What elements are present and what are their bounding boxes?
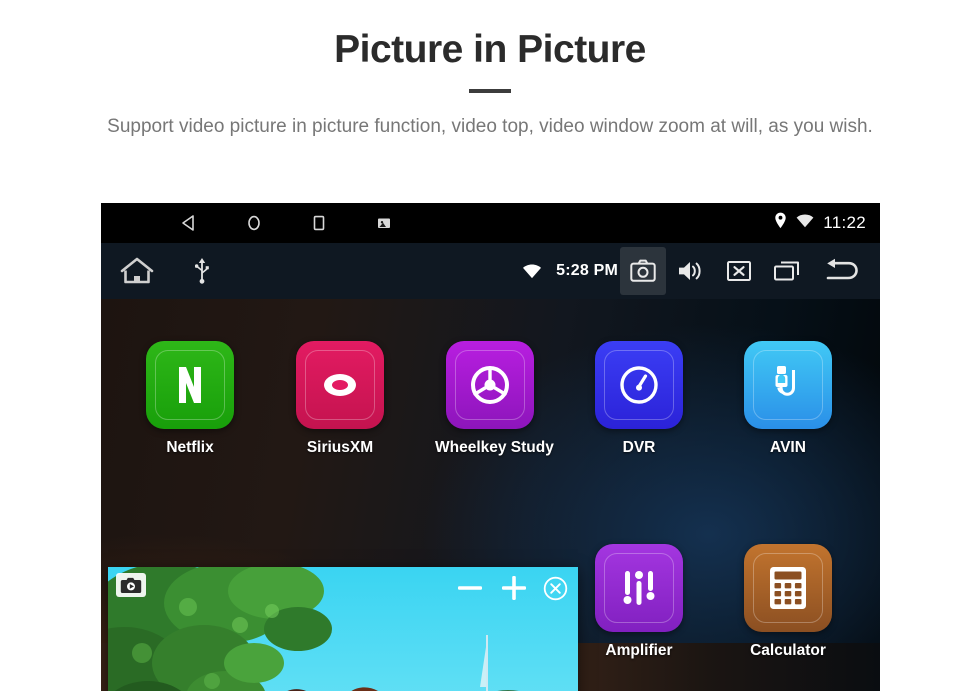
location-pin-icon — [774, 212, 787, 234]
app-label: Amplifier — [605, 642, 673, 659]
home-icon[interactable] — [101, 243, 173, 299]
recent-apps-button[interactable] — [764, 247, 810, 295]
app-label: Calculator — [750, 642, 826, 659]
status-bar-indicators: 11:22 — [774, 203, 866, 243]
netflix-icon — [146, 341, 234, 429]
steering-icon — [446, 341, 534, 429]
toolbar-right-group: 5:28 PM — [522, 243, 874, 299]
launcher-toolbar: 5:28 PM — [101, 243, 880, 299]
app-label: Netflix — [166, 439, 214, 456]
toolbar-clock: 5:28 PM — [556, 262, 618, 279]
calculator-icon — [744, 544, 832, 632]
back-icon[interactable] — [156, 203, 221, 243]
status-bar-nav — [101, 203, 416, 243]
gauge-icon — [595, 341, 683, 429]
promo-header: Picture in Picture Support video picture… — [0, 0, 980, 140]
close-app-button[interactable] — [716, 247, 762, 295]
usb-icon[interactable] — [173, 243, 231, 299]
volume-button[interactable] — [668, 247, 714, 295]
pip-capture-icon[interactable] — [116, 573, 146, 597]
device-screen: 11:22 5:28 PM Netflix SiriusXM Wheelkey … — [101, 203, 880, 691]
pip-zoom-in-button[interactable] — [499, 573, 529, 608]
pip-window[interactable]: JOY — [108, 567, 578, 691]
app-label: AVIN — [770, 439, 806, 456]
camera-button[interactable] — [620, 247, 666, 295]
siriusxm-icon — [296, 341, 384, 429]
title-divider — [469, 88, 511, 93]
pip-zoom-out-button[interactable] — [455, 573, 485, 608]
app-label: SiriusXM — [306, 439, 374, 456]
page-subtitle: Support video picture in picture functio… — [107, 115, 873, 137]
app-dvr[interactable]: DVR — [584, 341, 694, 457]
av-plug-icon — [744, 341, 832, 429]
back-button[interactable] — [810, 247, 874, 295]
app-netflix[interactable]: Netflix — [135, 341, 245, 457]
wifi-icon — [796, 214, 814, 233]
home-circle-icon[interactable] — [221, 203, 286, 243]
app-calculator[interactable]: Calculator — [733, 544, 843, 660]
android-status-bar: 11:22 — [101, 203, 880, 243]
equalizer-icon — [595, 544, 683, 632]
app-avin[interactable]: AVIN — [733, 341, 843, 457]
toolbar-left-group — [101, 243, 231, 299]
pip-window-controls — [455, 573, 568, 608]
status-bar-clock: 11:22 — [823, 213, 866, 232]
app-label: Wheelkey Study — [435, 439, 554, 456]
screenshot-icon[interactable] — [351, 203, 416, 243]
app-wheelkey[interactable]: Wheelkey Study — [435, 341, 554, 457]
page-title: Picture in Picture — [334, 28, 646, 71]
recents-square-icon[interactable] — [286, 203, 351, 243]
wifi-icon — [522, 264, 542, 279]
pip-close-button[interactable] — [543, 576, 568, 606]
app-siriusxm[interactable]: SiriusXM — [285, 341, 395, 457]
launcher-desktop: Netflix SiriusXM Wheelkey Study DVR AVIN… — [101, 299, 880, 691]
app-label: DVR — [622, 439, 656, 456]
app-amplifier[interactable]: Amplifier — [584, 544, 694, 660]
